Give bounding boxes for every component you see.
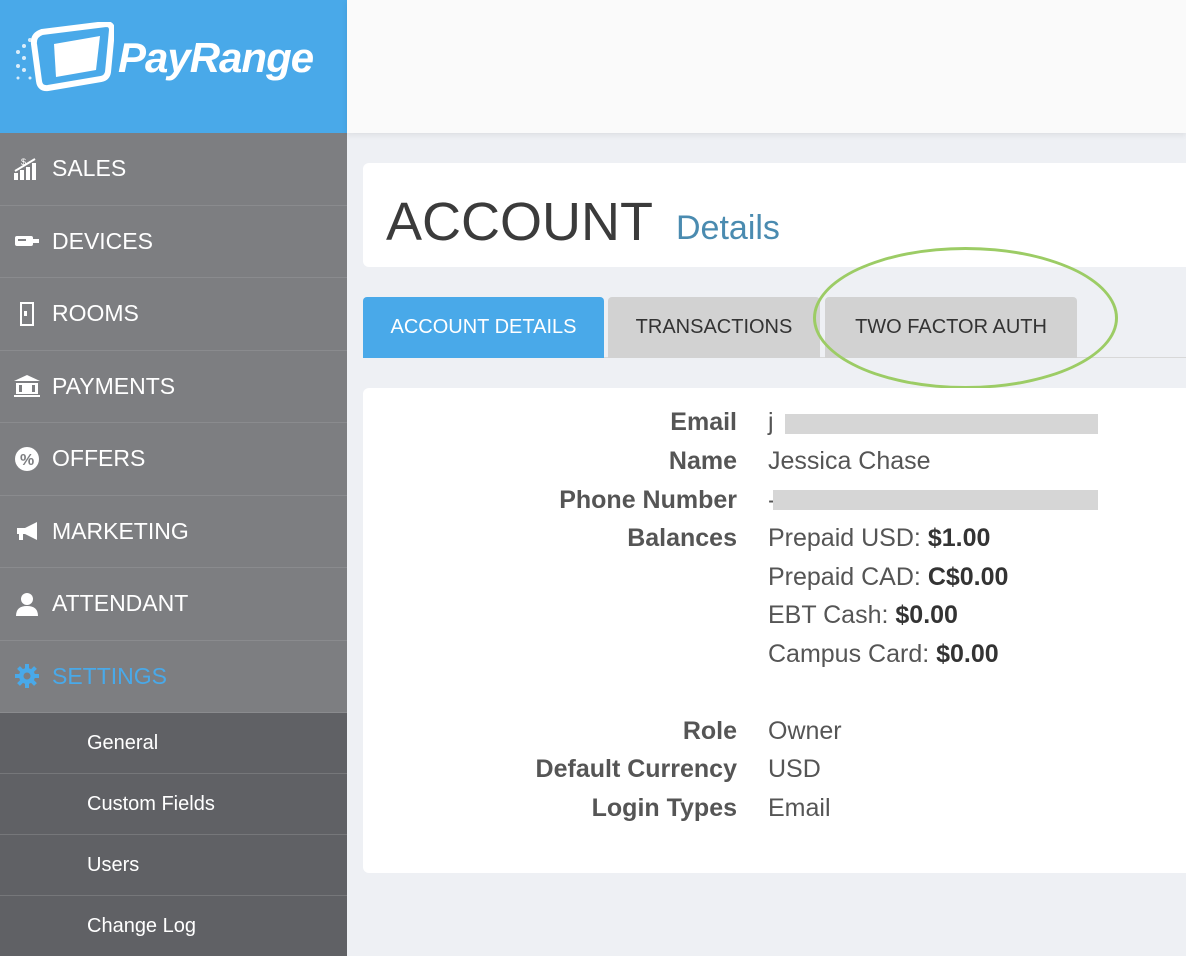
account-details-panel: Email j Name Jessica Chase Phone Number … xyxy=(363,388,1186,873)
role-label: Role xyxy=(682,717,737,745)
sidebar-item-sales[interactable]: $ SALES xyxy=(0,133,347,206)
currency-value: USD xyxy=(768,755,821,783)
tab-account-details[interactable]: ACCOUNT DETAILS xyxy=(363,297,604,358)
percent-badge-icon: % xyxy=(12,444,42,474)
balance-item: Prepaid USD: $1.00 xyxy=(768,524,991,552)
svg-text:%: % xyxy=(20,452,34,469)
sidebar-item-settings[interactable]: SETTINGS xyxy=(0,640,347,713)
sidebar-item-label: PAYMENTS xyxy=(52,372,176,399)
sidebar-item-label: MARKETING xyxy=(52,517,189,544)
top-bar xyxy=(347,0,1186,133)
person-icon xyxy=(12,589,42,619)
login-types-label: Login Types xyxy=(591,794,737,822)
logo-area[interactable]: PayRange xyxy=(0,0,347,133)
settings-sub-custom-fields[interactable]: Custom Fields xyxy=(0,774,347,835)
sidebar: PayRange $ SALES DEVICES ROOMS PAYMENTS … xyxy=(0,0,347,956)
settings-sub-users[interactable]: Users xyxy=(0,835,347,896)
balance-item: EBT Cash: $0.00 xyxy=(768,601,958,629)
balances-label: Balances xyxy=(627,524,737,552)
payrange-logo-icon xyxy=(16,22,114,92)
settings-sub-change-log[interactable]: Change Log xyxy=(0,896,347,956)
phone-redaction xyxy=(773,490,1098,510)
role-value: Owner xyxy=(768,717,842,745)
gear-icon xyxy=(12,661,42,691)
sidebar-item-attendant[interactable]: ATTENDANT xyxy=(0,568,347,641)
sidebar-item-payments[interactable]: PAYMENTS xyxy=(0,350,347,423)
brand-name: PayRange xyxy=(118,34,314,81)
tab-bar: ACCOUNT DETAILS TRANSACTIONS TWO FACTOR … xyxy=(363,297,1186,358)
sidebar-item-devices[interactable]: DEVICES xyxy=(0,205,347,278)
sidebar-item-rooms[interactable]: ROOMS xyxy=(0,278,347,351)
page-header: ACCOUNT Details xyxy=(363,163,1186,267)
door-icon xyxy=(12,299,42,329)
megaphone-icon xyxy=(12,516,42,546)
device-icon xyxy=(12,226,42,256)
sidebar-item-label: SETTINGS xyxy=(52,662,168,689)
name-label: Name xyxy=(668,447,737,475)
email-redaction xyxy=(785,414,1098,434)
page-subtitle: Details xyxy=(676,209,780,247)
settings-sub-general[interactable]: General xyxy=(0,713,347,774)
sidebar-item-label: ATTENDANT xyxy=(52,590,189,617)
page-title: ACCOUNT xyxy=(386,192,653,252)
sidebar-item-label: SALES xyxy=(52,155,127,182)
tab-two-factor-auth[interactable]: TWO FACTOR AUTH xyxy=(825,297,1077,358)
currency-label: Default Currency xyxy=(535,755,737,783)
phone-label: Phone Number xyxy=(559,486,737,514)
sidebar-item-label: ROOMS xyxy=(52,300,139,327)
name-value: Jessica Chase xyxy=(768,447,931,475)
sidebar-item-offers[interactable]: % OFFERS xyxy=(0,423,347,496)
balance-item: Campus Card: $0.00 xyxy=(768,640,999,668)
tab-transactions[interactable]: TRANSACTIONS xyxy=(608,297,820,358)
sidebar-item-label: OFFERS xyxy=(52,445,146,472)
bank-icon xyxy=(12,371,42,401)
email-label: Email xyxy=(670,408,737,436)
login-types-value: Email xyxy=(768,794,831,822)
sales-chart-icon: $ xyxy=(12,154,42,184)
sidebar-item-marketing[interactable]: MARKETING xyxy=(0,495,347,568)
email-value: j xyxy=(768,408,774,436)
balance-item: Prepaid CAD: C$0.00 xyxy=(768,563,1009,591)
sidebar-item-label: DEVICES xyxy=(52,227,153,254)
